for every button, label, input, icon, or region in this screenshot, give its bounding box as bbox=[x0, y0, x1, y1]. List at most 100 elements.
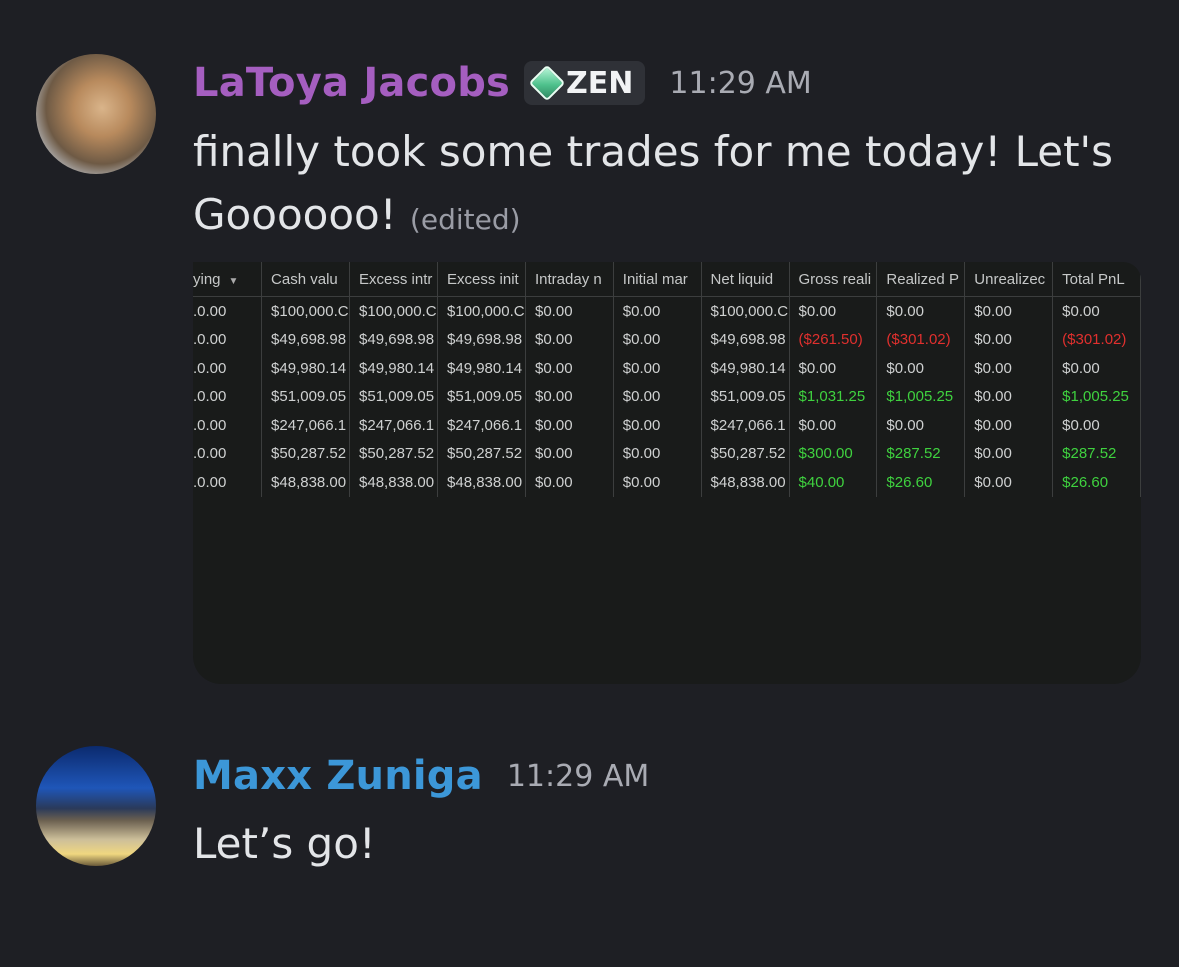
table-cell: $0.00 bbox=[525, 354, 614, 383]
table-cell: .0.00 bbox=[193, 382, 263, 411]
table-cell: $50,287.52 bbox=[349, 439, 439, 468]
table-cell: $49,980.14 bbox=[261, 354, 351, 383]
table-cell: $0.00 bbox=[1052, 296, 1141, 326]
table-cell: $50,287.52 bbox=[261, 439, 351, 468]
guild-tag-badge[interactable]: ZEN bbox=[524, 61, 646, 105]
table-row: .0.00 $49,698.98 $49,698.98 $49,698.98 $0.00… bbox=[193, 325, 1141, 354]
timestamp: 11:29 AM bbox=[669, 65, 812, 101]
table-cell: $26.60 bbox=[1052, 468, 1141, 497]
timestamp: 11:29 AM bbox=[506, 758, 650, 794]
table-cell: $0.00 bbox=[964, 411, 1054, 440]
message-text-line: finally took some trades for me today! L… bbox=[193, 127, 1113, 176]
table-row: .0.00 $247,066.1 $247,066.1 $247,066.1 $0.00… bbox=[193, 411, 1141, 440]
table-cell: $48,838.00 bbox=[437, 468, 526, 497]
table-cell: $0.00 bbox=[789, 354, 878, 383]
user-avatar[interactable] bbox=[36, 54, 156, 174]
table-cell: $49,980.14 bbox=[701, 354, 790, 383]
table-cell: $0.00 bbox=[525, 439, 614, 468]
table-cell: $0.00 bbox=[876, 354, 966, 383]
table-cell: $0.00 bbox=[613, 382, 702, 411]
column-header[interactable]: Cash valu bbox=[261, 262, 351, 297]
table-row: .0.00 $100,000.C $100,000.C $100,000.C $0.00… bbox=[193, 296, 1141, 326]
gem-icon bbox=[528, 64, 566, 102]
table-cell: $48,838.00 bbox=[349, 468, 439, 497]
table-cell: $0.00 bbox=[789, 296, 878, 326]
table-cell: ($261.50) bbox=[789, 325, 878, 354]
column-header[interactable]: Unrealizec bbox=[964, 262, 1054, 297]
table-cell: $100,000.C bbox=[261, 296, 351, 326]
table-cell: $247,066.1 bbox=[349, 411, 439, 440]
table-cell: $247,066.1 bbox=[701, 411, 790, 440]
message-header: LaToya Jacobs ZEN 11:29 AM bbox=[193, 60, 812, 106]
table-cell: $0.00 bbox=[525, 296, 614, 326]
sort-arrow-icon[interactable]: ▼ bbox=[229, 276, 239, 287]
table-cell: $100,000.C bbox=[701, 296, 790, 326]
table-cell: $49,980.14 bbox=[349, 354, 439, 383]
table-cell: .0.00 bbox=[193, 296, 263, 326]
table-cell: $50,287.52 bbox=[437, 439, 526, 468]
table-cell: $49,698.98 bbox=[701, 325, 790, 354]
column-header[interactable]: Excess init bbox=[437, 262, 526, 297]
table-cell: ($301.02) bbox=[876, 325, 966, 354]
table-cell: $0.00 bbox=[613, 411, 702, 440]
table-cell: $0.00 bbox=[1052, 354, 1141, 383]
message-text-line: Goooooo! (edited) bbox=[193, 183, 1113, 251]
column-header[interactable]: Net liquid bbox=[701, 262, 790, 297]
user-avatar[interactable] bbox=[36, 746, 156, 866]
table-cell: $0.00 bbox=[964, 468, 1054, 497]
column-header[interactable]: Excess intr bbox=[349, 262, 439, 297]
edited-label: (edited) bbox=[409, 203, 521, 236]
username[interactable]: Maxx Zuniga bbox=[193, 753, 483, 799]
table-cell: $49,980.14 bbox=[437, 354, 526, 383]
table-row: .0.00 $49,980.14 $49,980.14 $49,980.14 $0.00… bbox=[193, 354, 1141, 383]
table-cell: $100,000.C bbox=[349, 296, 439, 326]
table-cell: $0.00 bbox=[964, 439, 1054, 468]
column-header[interactable]: Intraday n bbox=[525, 262, 614, 297]
table-cell: $49,698.98 bbox=[349, 325, 439, 354]
table-cell: ($301.02) bbox=[1052, 325, 1141, 354]
table-cell: $287.52 bbox=[1052, 439, 1141, 468]
table-header-row: ying ▼ Cash valu Excess intr Excess init Intr… bbox=[193, 262, 1141, 297]
table-row: .0.00 $50,287.52 $50,287.52 $50,287.52 $0.00… bbox=[193, 439, 1141, 468]
table-cell: $1,005.25 bbox=[876, 382, 966, 411]
column-header[interactable]: Realized P bbox=[876, 262, 966, 297]
table-row: .0.00 $51,009.05 $51,009.05 $51,009.05 $0.00… bbox=[193, 382, 1141, 411]
table-cell: .0.00 bbox=[193, 411, 263, 440]
table-cell: .0.00 bbox=[193, 468, 263, 497]
table-cell: $0.00 bbox=[1052, 411, 1141, 440]
table-cell: $247,066.1 bbox=[261, 411, 351, 440]
table-cell: $40.00 bbox=[789, 468, 878, 497]
column-header[interactable]: Initial mar bbox=[613, 262, 702, 297]
table-cell: $0.00 bbox=[613, 354, 702, 383]
image-attachment[interactable]: ying ▼ Cash valu Excess intr Excess init Intr… bbox=[193, 262, 1141, 684]
table-cell: $0.00 bbox=[613, 325, 702, 354]
table-cell: $0.00 bbox=[876, 411, 966, 440]
message-text: finally took some trades for me today! L… bbox=[193, 120, 1113, 251]
table-cell: .0.00 bbox=[193, 439, 263, 468]
column-header[interactable]: Gross reali bbox=[789, 262, 878, 297]
table-cell: $26.60 bbox=[876, 468, 966, 497]
table-cell: .0.00 bbox=[193, 325, 263, 354]
table-cell: $0.00 bbox=[525, 325, 614, 354]
table-row: .0.00 $48,838.00 $48,838.00 $48,838.00 $0.00… bbox=[193, 468, 1141, 497]
table-cell: $48,838.00 bbox=[261, 468, 351, 497]
table-cell: $0.00 bbox=[964, 296, 1054, 326]
table-cell: $0.00 bbox=[964, 325, 1054, 354]
column-header[interactable]: Total PnL bbox=[1052, 262, 1141, 297]
message-text: Let’s go! bbox=[193, 819, 376, 868]
table-cell: $0.00 bbox=[876, 296, 966, 326]
table-cell: $0.00 bbox=[525, 411, 614, 440]
username[interactable]: LaToya Jacobs bbox=[193, 60, 510, 106]
badge-label: ZEN bbox=[566, 65, 634, 101]
table-cell: $0.00 bbox=[789, 411, 878, 440]
table-cell: $300.00 bbox=[789, 439, 878, 468]
table-cell: $1,031.25 bbox=[789, 382, 878, 411]
column-header[interactable]: ying ▼ bbox=[193, 262, 263, 297]
table-cell: $0.00 bbox=[613, 439, 702, 468]
table-cell: .0.00 bbox=[193, 354, 263, 383]
table-cell: $51,009.05 bbox=[349, 382, 439, 411]
message-header: Maxx Zuniga 11:29 AM bbox=[193, 753, 649, 799]
table-cell: $0.00 bbox=[525, 468, 614, 497]
table-cell: $100,000.C bbox=[437, 296, 526, 326]
account-table: ying ▼ Cash valu Excess intr Excess init Intr… bbox=[193, 262, 1141, 497]
